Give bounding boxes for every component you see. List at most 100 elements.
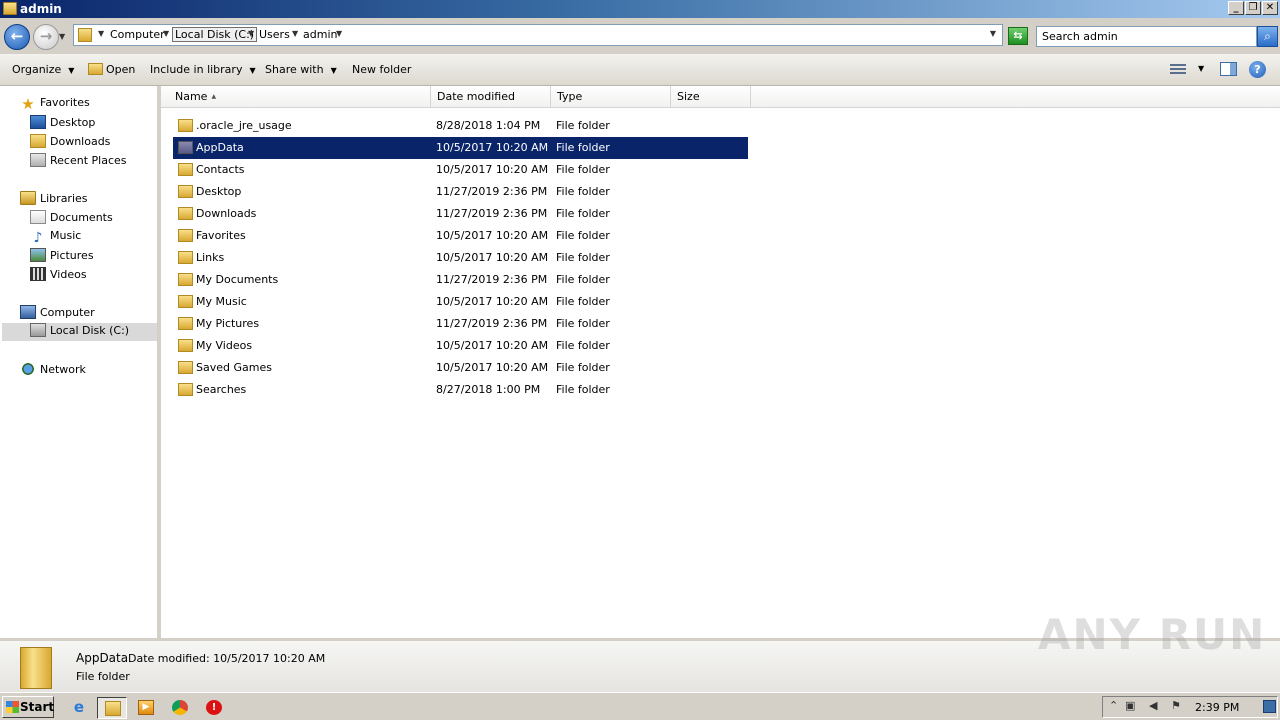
clock[interactable]: 2:39 PM — [1195, 701, 1239, 714]
address-bar[interactable]: ▼ Computer ▼ Local Disk (C:) ▼ Users ▼ a… — [73, 24, 1003, 46]
file-row[interactable]: Downloads 11/27/2019 2:36 PM File folder — [173, 203, 748, 225]
chrome-taskbar-button[interactable] — [165, 697, 195, 719]
breadcrumb-local-disk[interactable]: Local Disk (C:) — [172, 27, 258, 42]
nav-item-desktop[interactable]: Desktop — [30, 115, 95, 133]
nav-item-documents[interactable]: Documents — [30, 210, 113, 228]
address-dropdown[interactable]: ▼ — [990, 29, 996, 38]
nav-favorites[interactable]: ★ Favorites — [20, 96, 89, 114]
media-player-icon: ▶ — [138, 700, 154, 715]
nav-item-label: Pictures — [50, 249, 94, 262]
nav-item-pictures[interactable]: Pictures — [30, 248, 94, 266]
nav-item-label: Documents — [50, 211, 113, 224]
column-headers: Name ▲ Date modified Type Size — [161, 86, 1280, 108]
forward-button[interactable]: → — [33, 24, 59, 50]
file-row[interactable]: My Videos 10/5/2017 10:20 AM File folder — [173, 335, 748, 357]
folder-icon — [178, 251, 193, 264]
file-row[interactable]: My Documents 11/27/2019 2:36 PM File folde… — [173, 269, 748, 291]
file-row[interactable]: Links 10/5/2017 10:20 AM File folder — [173, 247, 748, 269]
column-header-name[interactable]: Name ▲ — [169, 86, 431, 108]
file-row[interactable]: Contacts 10/5/2017 10:20 AM File folder — [173, 159, 748, 181]
open-button[interactable]: Open — [88, 63, 135, 76]
file-date-modified: 8/27/2018 1:00 PM — [436, 383, 541, 396]
refresh-button[interactable]: ⇆ — [1008, 27, 1028, 45]
file-row[interactable]: Saved Games 10/5/2017 10:20 AM File folder — [173, 357, 748, 379]
column-header-date-modified[interactable]: Date modified — [431, 86, 551, 108]
file-name: My Documents — [196, 273, 279, 286]
file-row[interactable]: AppData 10/5/2017 10:20 AM File folder — [173, 137, 748, 159]
recent-pages-dropdown[interactable]: ▼ — [59, 32, 65, 41]
include-in-library-button[interactable]: Include in library ▼ — [150, 63, 256, 76]
share-with-label: Share with — [265, 63, 324, 76]
chevron-down-icon[interactable]: ▼ — [98, 29, 104, 38]
search-input[interactable] — [1037, 27, 1256, 46]
nav-computer[interactable]: Computer — [20, 305, 95, 323]
file-date-modified: 10/5/2017 10:20 AM — [436, 163, 549, 176]
network-icon[interactable]: ▣ — [1125, 699, 1135, 712]
file-type: File folder — [556, 207, 610, 220]
file-row[interactable]: My Pictures 11/27/2019 2:36 PM File folder — [173, 313, 748, 335]
change-view-icon[interactable] — [1170, 62, 1186, 75]
nav-item-downloads[interactable]: Downloads — [30, 134, 110, 152]
nav-libraries[interactable]: Libraries — [20, 191, 88, 209]
nav-item-music[interactable]: ♪ Music — [30, 229, 82, 247]
pane-splitter[interactable] — [157, 86, 161, 638]
start-button[interactable]: Start — [2, 696, 54, 718]
media-player-taskbar-button[interactable]: ▶ — [131, 697, 161, 719]
column-header-size[interactable]: Size — [671, 86, 751, 108]
stop-app-taskbar-button[interactable]: ! — [199, 697, 229, 719]
chevron-down-icon[interactable]: ▼ — [336, 29, 342, 38]
help-icon[interactable]: ? — [1249, 61, 1266, 78]
chevron-down-icon: ▼ — [249, 66, 256, 75]
nav-item-recent-places[interactable]: Recent Places — [30, 153, 127, 171]
minimize-button[interactable]: _ — [1228, 1, 1244, 15]
file-row[interactable]: Favorites 10/5/2017 10:20 AM File folder — [173, 225, 748, 247]
internet-explorer-taskbar-button[interactable]: e — [64, 697, 94, 719]
file-name: Searches — [196, 383, 247, 396]
videos-icon — [30, 267, 46, 281]
file-row[interactable]: My Music 10/5/2017 10:20 AM File folder — [173, 291, 748, 313]
title-bar[interactable]: admin _ ❐ ✕ — [0, 0, 1280, 18]
chevron-down-icon[interactable]: ▼ — [292, 29, 298, 38]
nav-item-label: Desktop — [50, 116, 96, 129]
chevron-down-icon[interactable]: ▼ — [248, 29, 254, 38]
nav-item-videos[interactable]: Videos — [30, 267, 87, 285]
window-controls: _ ❐ ✕ — [1228, 1, 1278, 15]
breadcrumb-admin[interactable]: admin — [303, 28, 337, 41]
chevron-down-icon[interactable]: ▼ — [163, 29, 169, 38]
column-header-type[interactable]: Type — [551, 86, 671, 108]
organize-button[interactable]: Organize ▼ — [12, 63, 74, 76]
window-title: admin — [20, 2, 62, 16]
search-field[interactable] — [1036, 26, 1257, 47]
file-row[interactable]: Desktop 11/27/2019 2:36 PM File folder — [173, 181, 748, 203]
share-with-button[interactable]: Share with ▼ — [265, 63, 337, 76]
close-button[interactable]: ✕ — [1262, 1, 1278, 15]
volume-icon[interactable]: ◀ — [1149, 699, 1157, 712]
maximize-button[interactable]: ❐ — [1245, 1, 1261, 15]
show-hidden-icons-icon[interactable]: ⌃ — [1109, 699, 1118, 712]
folder-icon — [178, 141, 193, 154]
stop-icon: ! — [206, 700, 222, 715]
file-type: File folder — [556, 295, 610, 308]
chevron-down-icon[interactable]: ▼ — [1198, 64, 1204, 73]
breadcrumb-computer[interactable]: Computer — [110, 28, 165, 41]
computer-icon — [20, 305, 36, 319]
chrome-icon — [172, 700, 188, 715]
nav-computer-label: Computer — [40, 306, 95, 319]
back-button[interactable]: ← — [4, 24, 30, 50]
nav-network[interactable]: Network — [20, 362, 86, 380]
file-row[interactable]: Searches 8/27/2018 1:00 PM File folder — [173, 379, 748, 401]
file-row[interactable]: .oracle_jre_usage 8/28/2018 1:04 PM File f… — [173, 115, 748, 137]
new-folder-button[interactable]: New folder — [352, 63, 411, 76]
breadcrumb-users[interactable]: Users — [259, 28, 290, 41]
nav-item-local-disk[interactable]: Local Disk (C:) — [2, 323, 157, 341]
address-row: ← → ▼ ▼ Computer ▼ Local Disk (C:) ▼ Use… — [0, 18, 1280, 54]
file-type: File folder — [556, 163, 610, 176]
search-icon[interactable]: ⌕ — [1257, 26, 1278, 47]
desktop-icon — [30, 115, 46, 129]
command-bar: Organize ▼ Open Include in library ▼ Share… — [0, 54, 1280, 86]
folder-icon — [178, 339, 193, 352]
action-center-flag-icon[interactable]: ⚑ — [1171, 699, 1181, 712]
explorer-taskbar-button[interactable] — [97, 697, 127, 719]
show-desktop-icon[interactable] — [1263, 700, 1276, 713]
preview-pane-icon[interactable] — [1220, 62, 1237, 76]
